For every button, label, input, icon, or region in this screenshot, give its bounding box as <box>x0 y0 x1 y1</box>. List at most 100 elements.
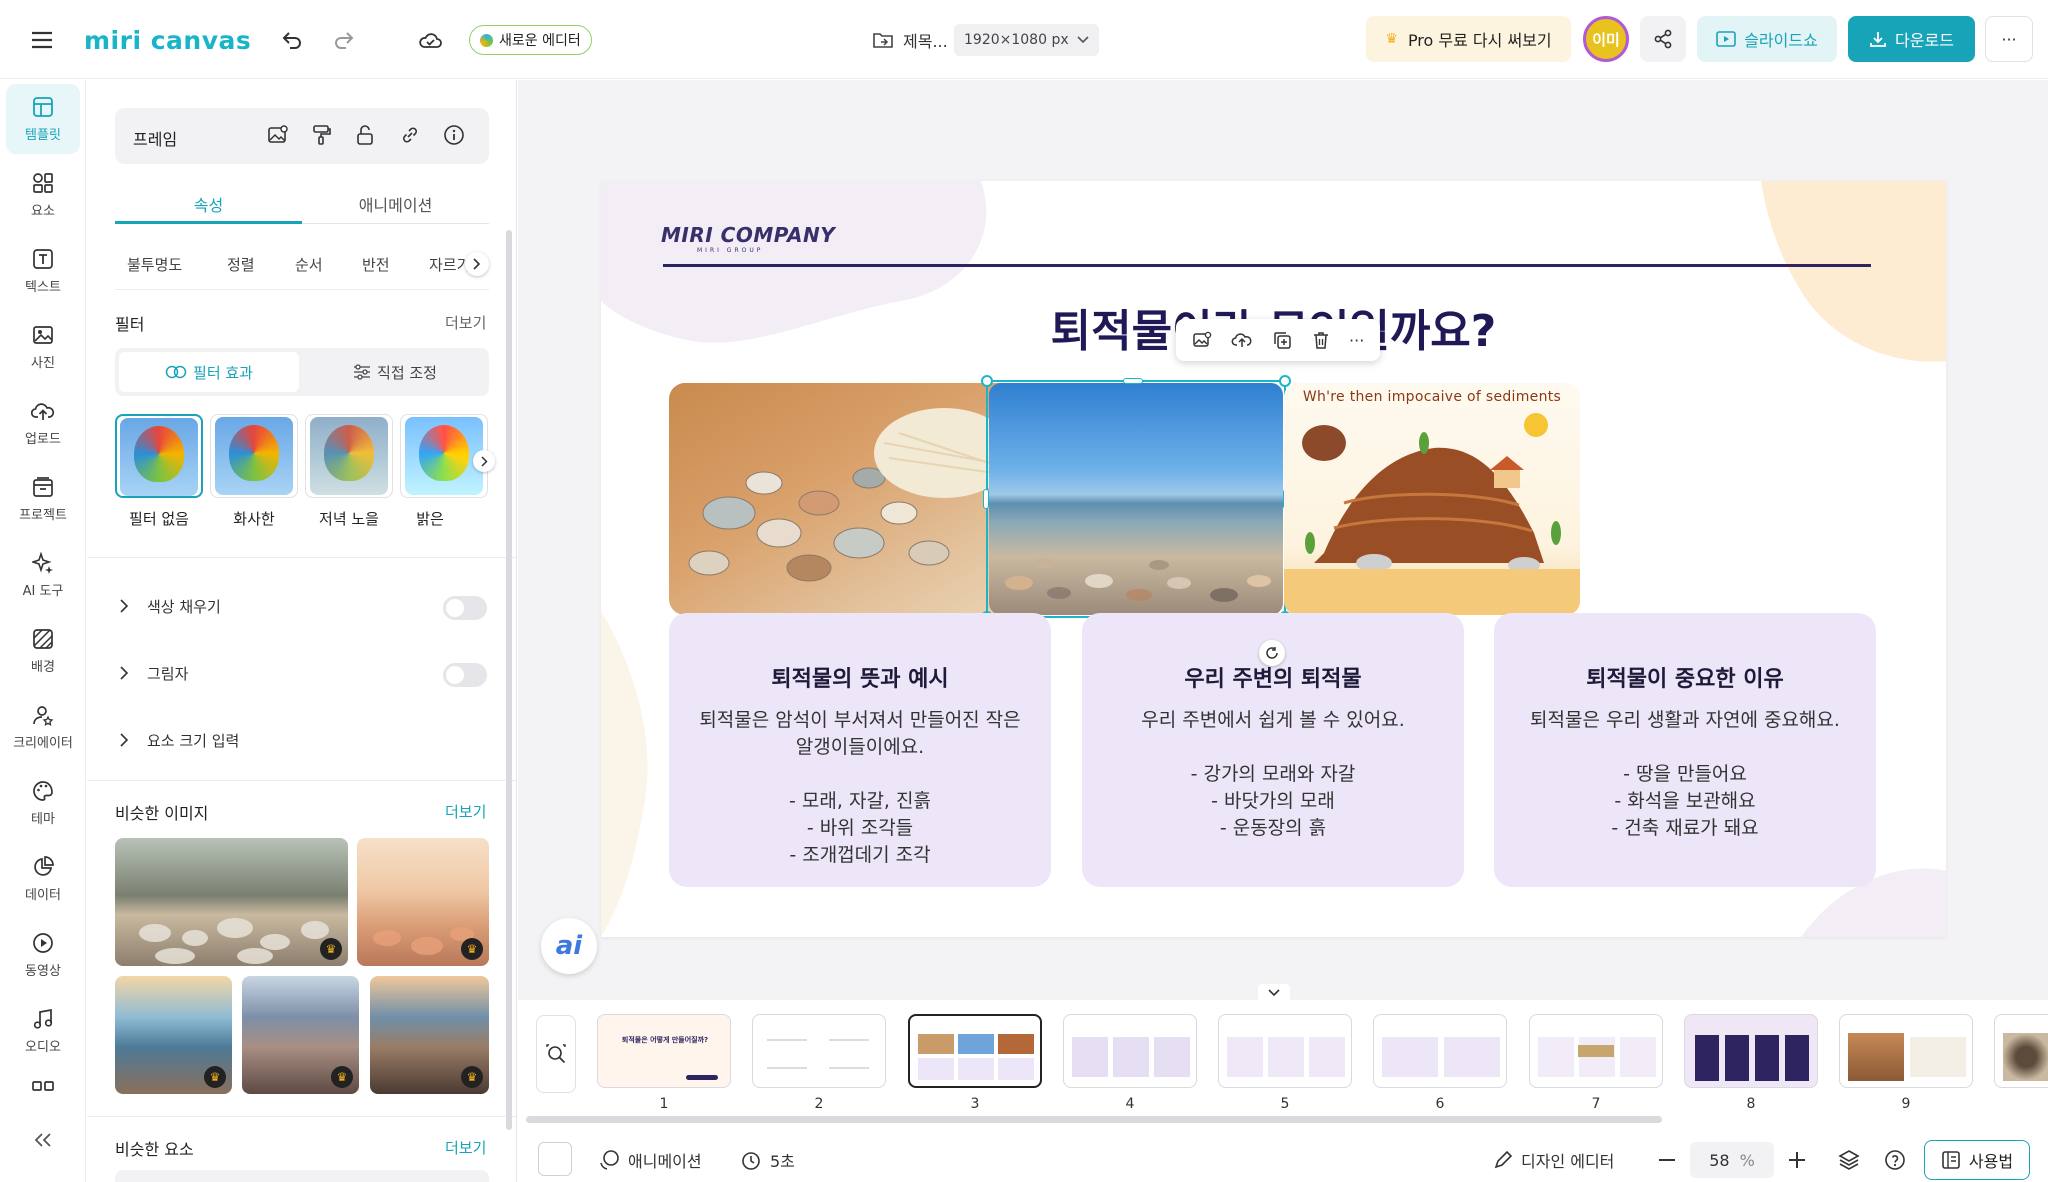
fill-color-option[interactable]: 색상 채우기 <box>115 588 489 624</box>
similar-images-more[interactable]: 더보기 <box>445 801 486 822</box>
filter-bright-thumb[interactable] <box>210 414 298 498</box>
link-icon[interactable] <box>399 124 421 146</box>
subtab-align[interactable]: 정렬 <box>227 254 255 275</box>
cloud-save-icon[interactable] <box>408 18 452 62</box>
subtab-order[interactable]: 순서 <box>295 254 323 275</box>
slideshow-button[interactable]: 슬라이드쇼 <box>1697 16 1837 62</box>
slide[interactable]: MIRI COMPANY MIRI GROUP 퇴적물이란 무엇일까요? ···… <box>601 181 1946 937</box>
info-card[interactable]: 퇴적물이 중요한 이유 퇴적물은 우리 생활과 자연에 중요해요. - 땅을 만… <box>1494 613 1876 887</box>
slide-thumb-3[interactable] <box>908 1014 1042 1088</box>
slide-thumb-6[interactable] <box>1373 1014 1507 1088</box>
subtab-opacity[interactable]: 불투명도 <box>127 254 182 275</box>
background-color-swatch[interactable] <box>538 1142 572 1176</box>
ai-assistant-button[interactable]: ai <box>541 918 597 974</box>
pro-trial-button[interactable]: ♛ Pro 무료 다시 써보기 <box>1366 16 1571 62</box>
sediments-diagram-image[interactable]: Wh're then impocaive of sediments <box>1284 383 1580 615</box>
tab-properties[interactable]: 속성 <box>115 184 302 224</box>
logo[interactable]: miri canvas <box>84 22 251 58</box>
animation-button[interactable]: 애니메이션 <box>598 1144 702 1176</box>
slide-thumb-2[interactable] <box>752 1014 886 1088</box>
unlock-icon[interactable] <box>355 124 377 146</box>
duration-button[interactable]: 5초 <box>740 1144 795 1176</box>
thumbnail-scrollbar[interactable] <box>526 1116 1662 1123</box>
doc-title[interactable]: 제목... <box>903 26 948 54</box>
duplicate-icon[interactable] <box>1272 330 1292 350</box>
slide-thumb-10[interactable] <box>1994 1014 2048 1088</box>
nav-item-video[interactable]: 동영상 <box>6 920 80 990</box>
design-editor-button[interactable]: 디자인 에디터 <box>1493 1144 1614 1176</box>
similar-image[interactable]: ♛ <box>357 838 489 966</box>
nav-item-background[interactable]: 배경 <box>6 616 80 686</box>
more-options-icon[interactable]: ··· <box>1349 331 1364 350</box>
panel-scrollbar[interactable] <box>506 230 512 1130</box>
similar-image[interactable]: ♛ <box>370 976 489 1094</box>
shadow-option[interactable]: 그림자 <box>115 655 489 691</box>
nav-item-theme[interactable]: 테마 <box>6 768 80 838</box>
help-icon[interactable] <box>1880 1144 1910 1176</box>
layers-icon[interactable] <box>1834 1144 1864 1176</box>
info-icon[interactable] <box>443 124 465 146</box>
zoom-input[interactable]: 58 % <box>1690 1142 1774 1178</box>
more-button[interactable]: ··· <box>1985 16 2033 62</box>
collapse-panel-icon[interactable] <box>6 1120 80 1160</box>
slide-thumb-5[interactable] <box>1218 1014 1352 1088</box>
nav-item-project[interactable]: 프로젝트 <box>6 464 80 534</box>
folder-icon[interactable] <box>872 26 894 54</box>
paint-roller-icon[interactable] <box>311 124 333 146</box>
avatar[interactable]: 이미 <box>1583 16 1629 62</box>
nav-item-upload[interactable]: 업로드 <box>6 388 80 458</box>
delete-icon[interactable] <box>1312 330 1330 350</box>
chevron-right-icon[interactable] <box>465 252 489 276</box>
menu-icon[interactable] <box>20 18 64 62</box>
nav-item-photo[interactable]: 사진 <box>6 312 80 382</box>
slide-thumb-4[interactable] <box>1063 1014 1197 1088</box>
slide-thumb-8[interactable] <box>1684 1014 1818 1088</box>
similar-image[interactable]: ♛ <box>115 976 232 1094</box>
fill-color-toggle[interactable] <box>443 596 487 620</box>
resize-handle[interactable] <box>983 489 989 509</box>
nav-item-elements[interactable]: 요소 <box>6 160 80 230</box>
howto-button[interactable]: 사용법 <box>1924 1140 2030 1180</box>
filter-next-icon[interactable] <box>473 450 495 472</box>
subtab-crop[interactable]: 자르기 <box>429 254 469 275</box>
filter-none-thumb[interactable] <box>115 414 203 498</box>
resize-handle[interactable] <box>981 375 993 387</box>
info-card[interactable]: 퇴적물의 뜻과 예시 퇴적물은 암석이 부서져서 만들어진 작은 알갱이들이에요… <box>669 613 1051 887</box>
similar-elements-more[interactable]: 더보기 <box>445 1137 486 1158</box>
nav-item-text[interactable]: 텍스트 <box>6 236 80 306</box>
nav-item-data[interactable]: 데이터 <box>6 844 80 914</box>
zoom-page-icon[interactable] <box>536 1015 576 1093</box>
manual-adjust-tab[interactable]: 직접 조정 <box>305 352 485 392</box>
similar-image[interactable]: ♛ <box>242 976 359 1094</box>
redo-icon[interactable] <box>322 18 366 62</box>
filter-effect-tab[interactable]: 필터 효과 <box>119 352 299 392</box>
share-icon[interactable] <box>1640 16 1686 62</box>
slide-thumb-7[interactable] <box>1529 1014 1663 1088</box>
nav-item-creator[interactable]: 크리에이터 <box>6 692 80 762</box>
download-button[interactable]: 다운로드 <box>1848 16 1975 62</box>
size-input-option[interactable]: 요소 크기 입력 <box>115 722 489 758</box>
nav-item-template[interactable]: 템플릿 <box>6 84 80 154</box>
nav-label: 업로드 <box>25 431 61 447</box>
zoom-out-icon[interactable] <box>1652 1144 1682 1176</box>
filter-sunset-thumb[interactable] <box>305 414 393 498</box>
nav-item-ai-tools[interactable]: AI 도구 <box>6 540 80 610</box>
shadow-toggle[interactable] <box>443 663 487 687</box>
rotate-handle-icon[interactable] <box>1259 640 1285 666</box>
zoom-in-icon[interactable] <box>1782 1144 1812 1176</box>
tab-animation[interactable]: 애니메이션 <box>302 184 489 224</box>
doc-size-select[interactable]: 1920×1080 px <box>954 24 1099 56</box>
new-editor-badge[interactable]: 새로운 에디터 <box>469 25 592 55</box>
replace-image-icon[interactable] <box>267 124 289 146</box>
similar-image[interactable]: ♛ <box>115 838 348 966</box>
nav-item-more[interactable] <box>6 1070 80 1106</box>
subtab-flip[interactable]: 반전 <box>362 254 390 275</box>
upload-cloud-icon[interactable] <box>1231 330 1253 350</box>
replace-image-icon[interactable] <box>1192 330 1212 350</box>
slide-thumb-1[interactable]: 퇴적물은 어떻게 만들어질까? <box>597 1014 731 1088</box>
slide-thumb-9[interactable] <box>1839 1014 1973 1088</box>
undo-icon[interactable] <box>270 18 314 62</box>
filter-more-link[interactable]: 더보기 <box>445 312 486 333</box>
nav-item-audio[interactable]: 오디오 <box>6 996 80 1066</box>
resize-handle[interactable] <box>1123 378 1143 384</box>
